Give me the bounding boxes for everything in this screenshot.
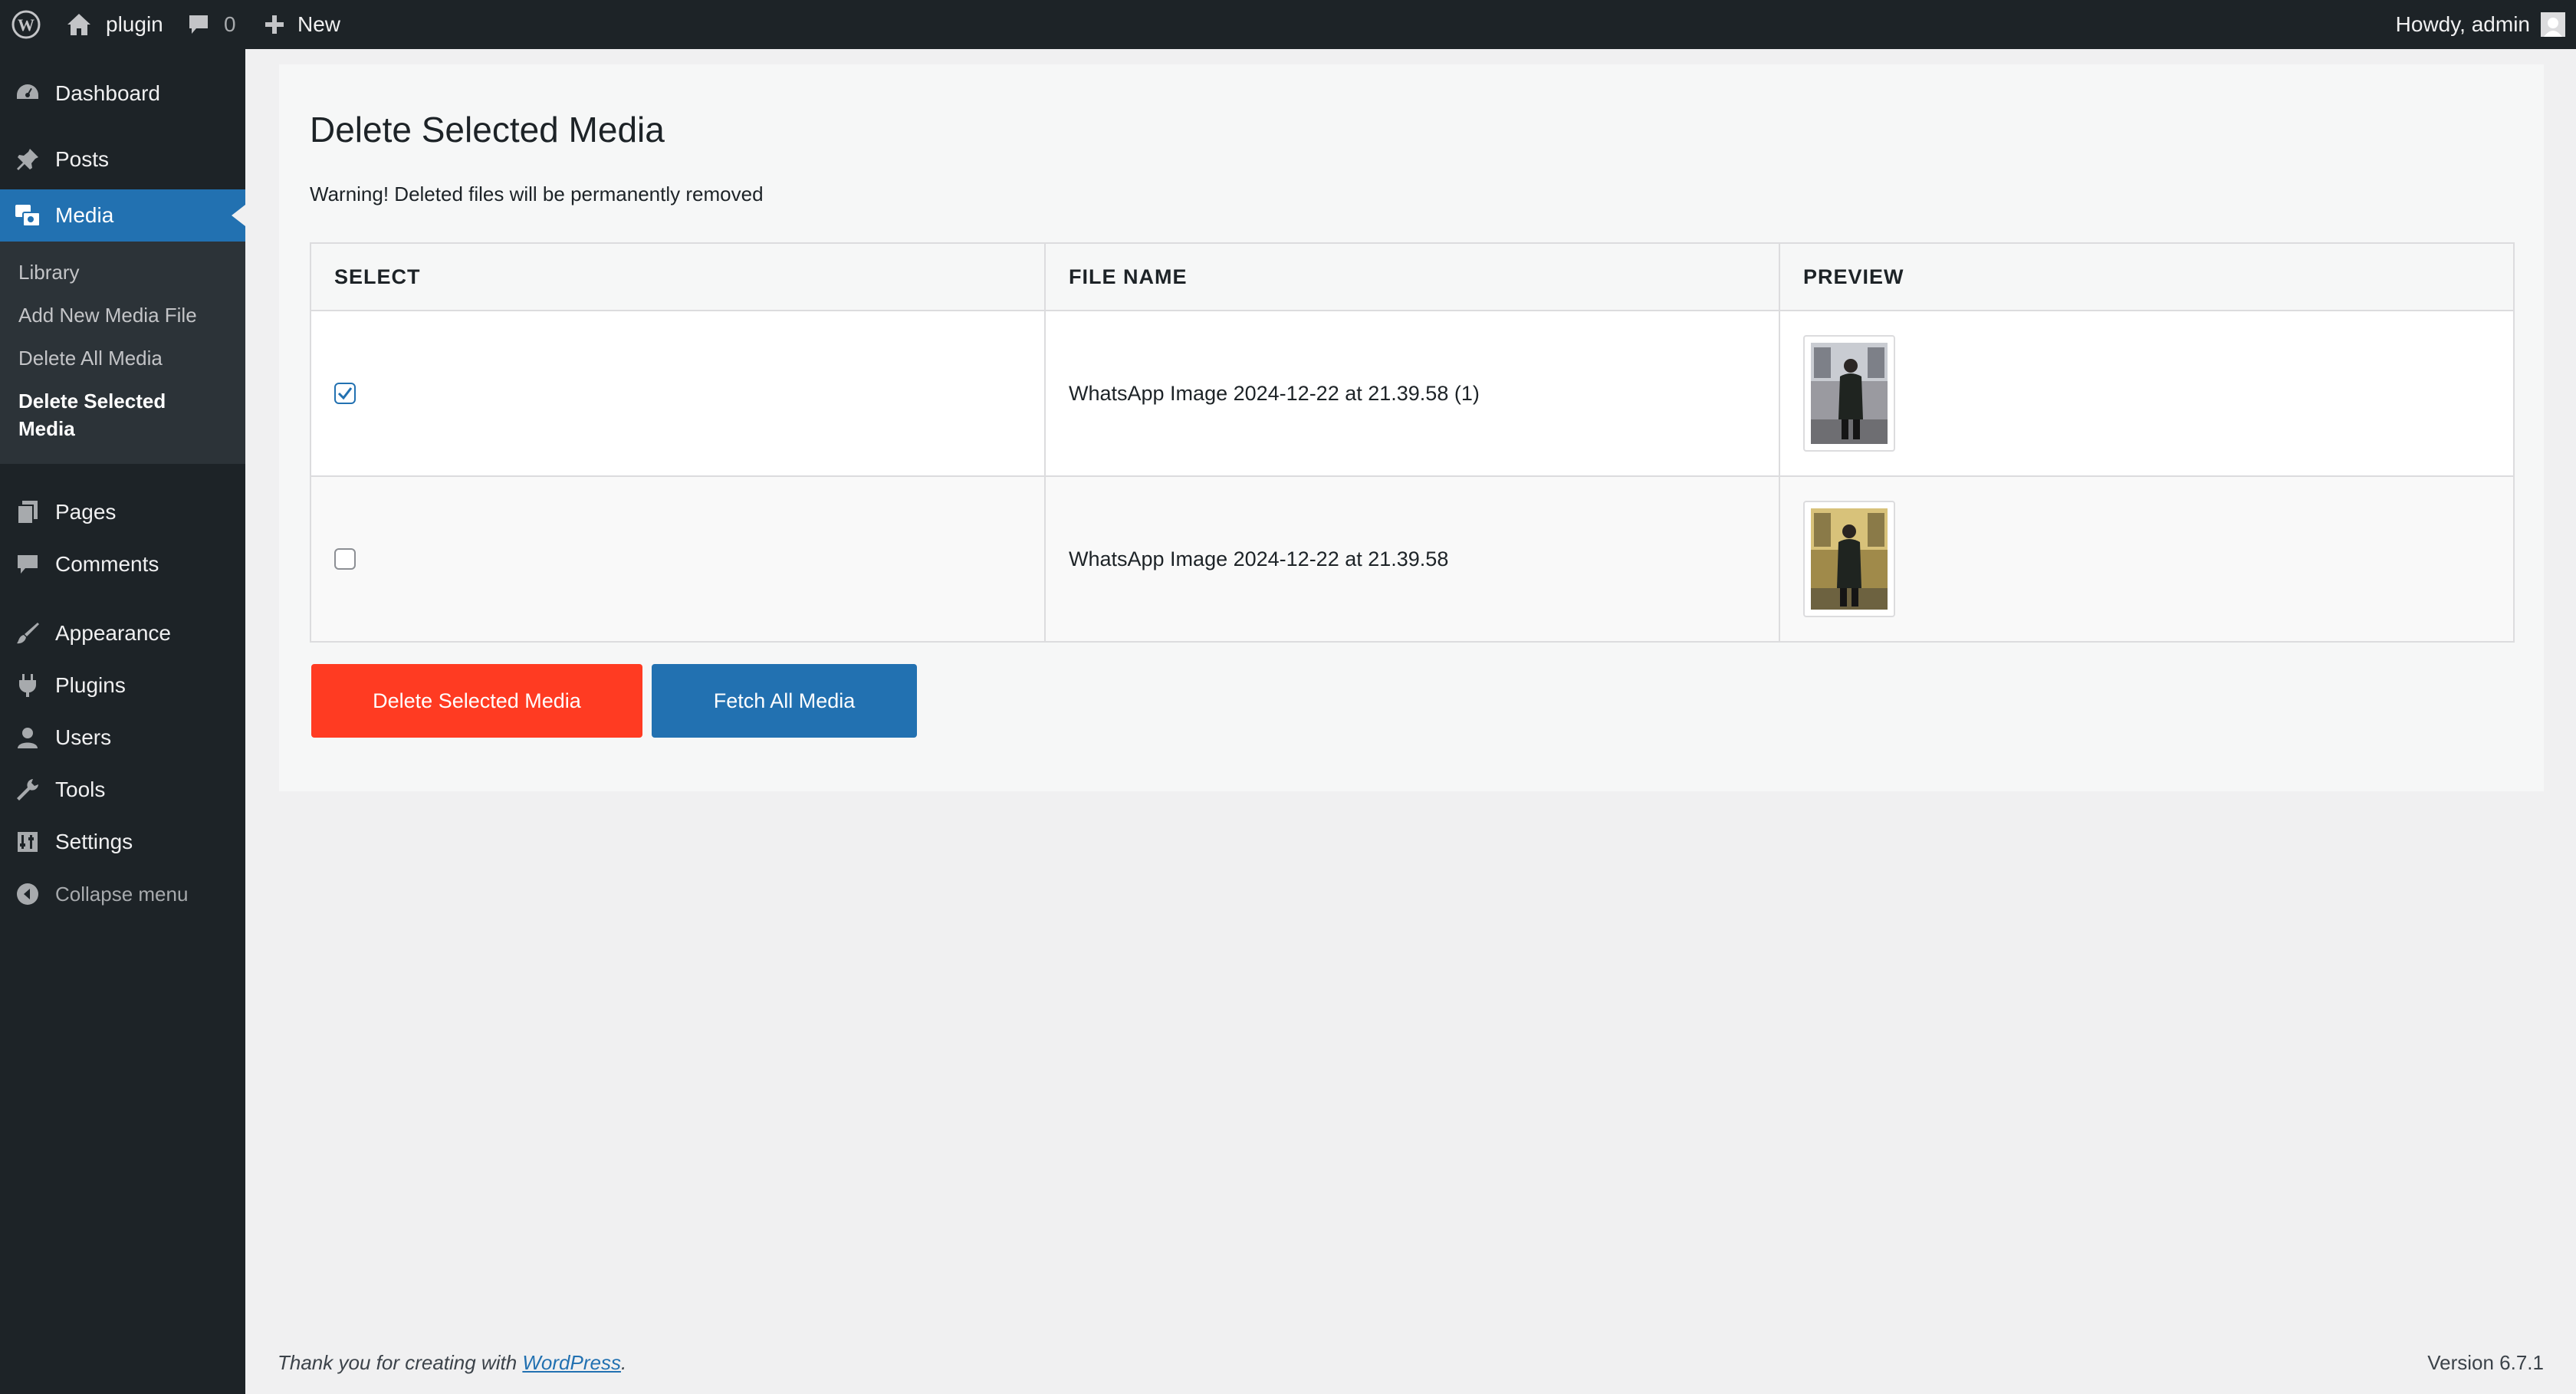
sidebar-item-label: Appearance bbox=[55, 621, 172, 645]
site-home-link[interactable]: plugin bbox=[66, 0, 163, 49]
sidebar-item-plugins[interactable]: Plugins bbox=[0, 659, 245, 712]
row-checkbox[interactable] bbox=[334, 383, 356, 404]
pushpin-icon bbox=[14, 146, 41, 173]
collapse-menu-button[interactable]: Collapse menu bbox=[0, 868, 245, 920]
row-checkbox[interactable] bbox=[334, 548, 356, 570]
dashboard-icon bbox=[14, 80, 41, 107]
column-header-preview: PREVIEW bbox=[1779, 242, 2515, 311]
select-cell bbox=[310, 475, 1046, 643]
comments-link[interactable]: 0 bbox=[187, 0, 236, 49]
media-thumbnail[interactable] bbox=[1803, 501, 1895, 617]
footer-thanks-prefix: Thank you for creating with bbox=[278, 1351, 523, 1374]
table-row: WhatsApp Image 2024-12-22 at 21.39.58 (1… bbox=[310, 310, 2515, 477]
file-name-cell: WhatsApp Image 2024-12-22 at 21.39.58 bbox=[1044, 475, 1780, 643]
site-name: plugin bbox=[106, 12, 163, 36]
comment-icon bbox=[14, 551, 41, 578]
page-title: Delete Selected Media bbox=[310, 110, 665, 150]
wordpress-link[interactable]: WordPress bbox=[522, 1351, 621, 1374]
sidebar-item-label: Posts bbox=[55, 147, 110, 171]
new-label: New bbox=[297, 12, 341, 36]
sidebar-item-settings[interactable]: Settings bbox=[0, 816, 245, 868]
media-icon bbox=[14, 202, 41, 229]
sidebar-item-appearance[interactable]: Appearance bbox=[0, 607, 245, 659]
home-icon bbox=[66, 12, 92, 37]
footer-thanks: Thank you for creating with WordPress. bbox=[278, 1351, 626, 1375]
comments-count: 0 bbox=[224, 12, 236, 36]
user-icon bbox=[14, 724, 41, 751]
media-thumbnail[interactable] bbox=[1803, 335, 1895, 452]
sidebar-item-label: Tools bbox=[55, 778, 106, 801]
greeting: Howdy, admin bbox=[2395, 12, 2530, 36]
sidebar-item-label: Dashboard bbox=[55, 81, 160, 105]
submenu-item-delete-selected-media[interactable]: Delete Selected Media bbox=[18, 387, 195, 442]
collapse-menu-label: Collapse menu bbox=[55, 882, 189, 906]
checkmark-icon bbox=[337, 387, 353, 400]
sidebar-item-dashboard[interactable]: Dashboard bbox=[0, 67, 245, 120]
table-header-row: SELECT FILE NAME PREVIEW bbox=[310, 242, 2515, 311]
submenu-item-library[interactable]: Library bbox=[18, 258, 233, 286]
sidebar-item-label: Plugins bbox=[55, 673, 126, 697]
sidebar-item-label: Media bbox=[55, 203, 114, 227]
version-text: Version 6.7.1 bbox=[2427, 1351, 2544, 1374]
svg-text:W: W bbox=[18, 15, 34, 35]
preview-cell bbox=[1779, 310, 2515, 477]
photo-thumbnail-icon bbox=[1811, 343, 1888, 444]
admin-bar: W plugin 0 New Howdy, admin bbox=[0, 0, 2576, 49]
warning-text: Warning! Deleted files will be permanent… bbox=[310, 182, 764, 205]
footer-thanks-suffix: . bbox=[620, 1351, 627, 1374]
paintbrush-icon bbox=[14, 620, 41, 647]
select-cell bbox=[310, 310, 1046, 477]
sidebar-item-posts[interactable]: Posts bbox=[0, 133, 245, 186]
media-submenu: Library Add New Media File Delete All Me… bbox=[0, 242, 245, 464]
sidebar-item-label: Users bbox=[55, 725, 112, 749]
plug-icon bbox=[14, 672, 41, 699]
main-panel: Delete Selected Media Warning! Deleted f… bbox=[279, 64, 2544, 791]
fetch-all-media-button[interactable]: Fetch All Media bbox=[652, 664, 917, 738]
pages-icon bbox=[14, 498, 41, 526]
column-header-file-name: FILE NAME bbox=[1044, 242, 1780, 311]
new-content-link[interactable]: New bbox=[264, 0, 340, 49]
avatar bbox=[2541, 12, 2565, 37]
photo-thumbnail-icon bbox=[1811, 508, 1888, 610]
sidebar-item-pages[interactable]: Pages bbox=[0, 486, 245, 538]
sidebar-item-media[interactable]: Media bbox=[0, 189, 245, 242]
account-menu[interactable]: Howdy, admin bbox=[2396, 0, 2565, 49]
delete-selected-media-button[interactable]: Delete Selected Media bbox=[311, 664, 642, 738]
plus-icon bbox=[264, 14, 285, 35]
sidebar-item-label: Pages bbox=[55, 500, 117, 524]
collapse-arrow-icon bbox=[14, 880, 41, 908]
file-name-cell: WhatsApp Image 2024-12-22 at 21.39.58 (1… bbox=[1044, 310, 1780, 477]
sidebar-item-users[interactable]: Users bbox=[0, 712, 245, 764]
sidebar-item-label: Settings bbox=[55, 830, 133, 853]
sidebar-item-label: Comments bbox=[55, 552, 159, 576]
submenu-item-add-new-media-file[interactable]: Add New Media File bbox=[18, 301, 233, 329]
sidebar-item-tools[interactable]: Tools bbox=[0, 764, 245, 816]
table-row: WhatsApp Image 2024-12-22 at 21.39.58 bbox=[310, 475, 2515, 643]
wordpress-logo-icon[interactable]: W bbox=[11, 0, 41, 49]
wrench-icon bbox=[14, 776, 41, 804]
comment-icon bbox=[187, 13, 210, 36]
current-menu-arrow bbox=[232, 205, 245, 226]
sidebar-item-comments[interactable]: Comments bbox=[0, 538, 245, 590]
media-table: SELECT FILE NAME PREVIEW WhatsApp Image … bbox=[310, 242, 2515, 643]
column-header-select: SELECT bbox=[310, 242, 1046, 311]
settings-icon bbox=[14, 828, 41, 856]
submenu-item-delete-all-media[interactable]: Delete All Media bbox=[18, 344, 233, 372]
preview-cell bbox=[1779, 475, 2515, 643]
admin-sidebar: Dashboard Posts Media Library Add New Me… bbox=[0, 49, 245, 1394]
